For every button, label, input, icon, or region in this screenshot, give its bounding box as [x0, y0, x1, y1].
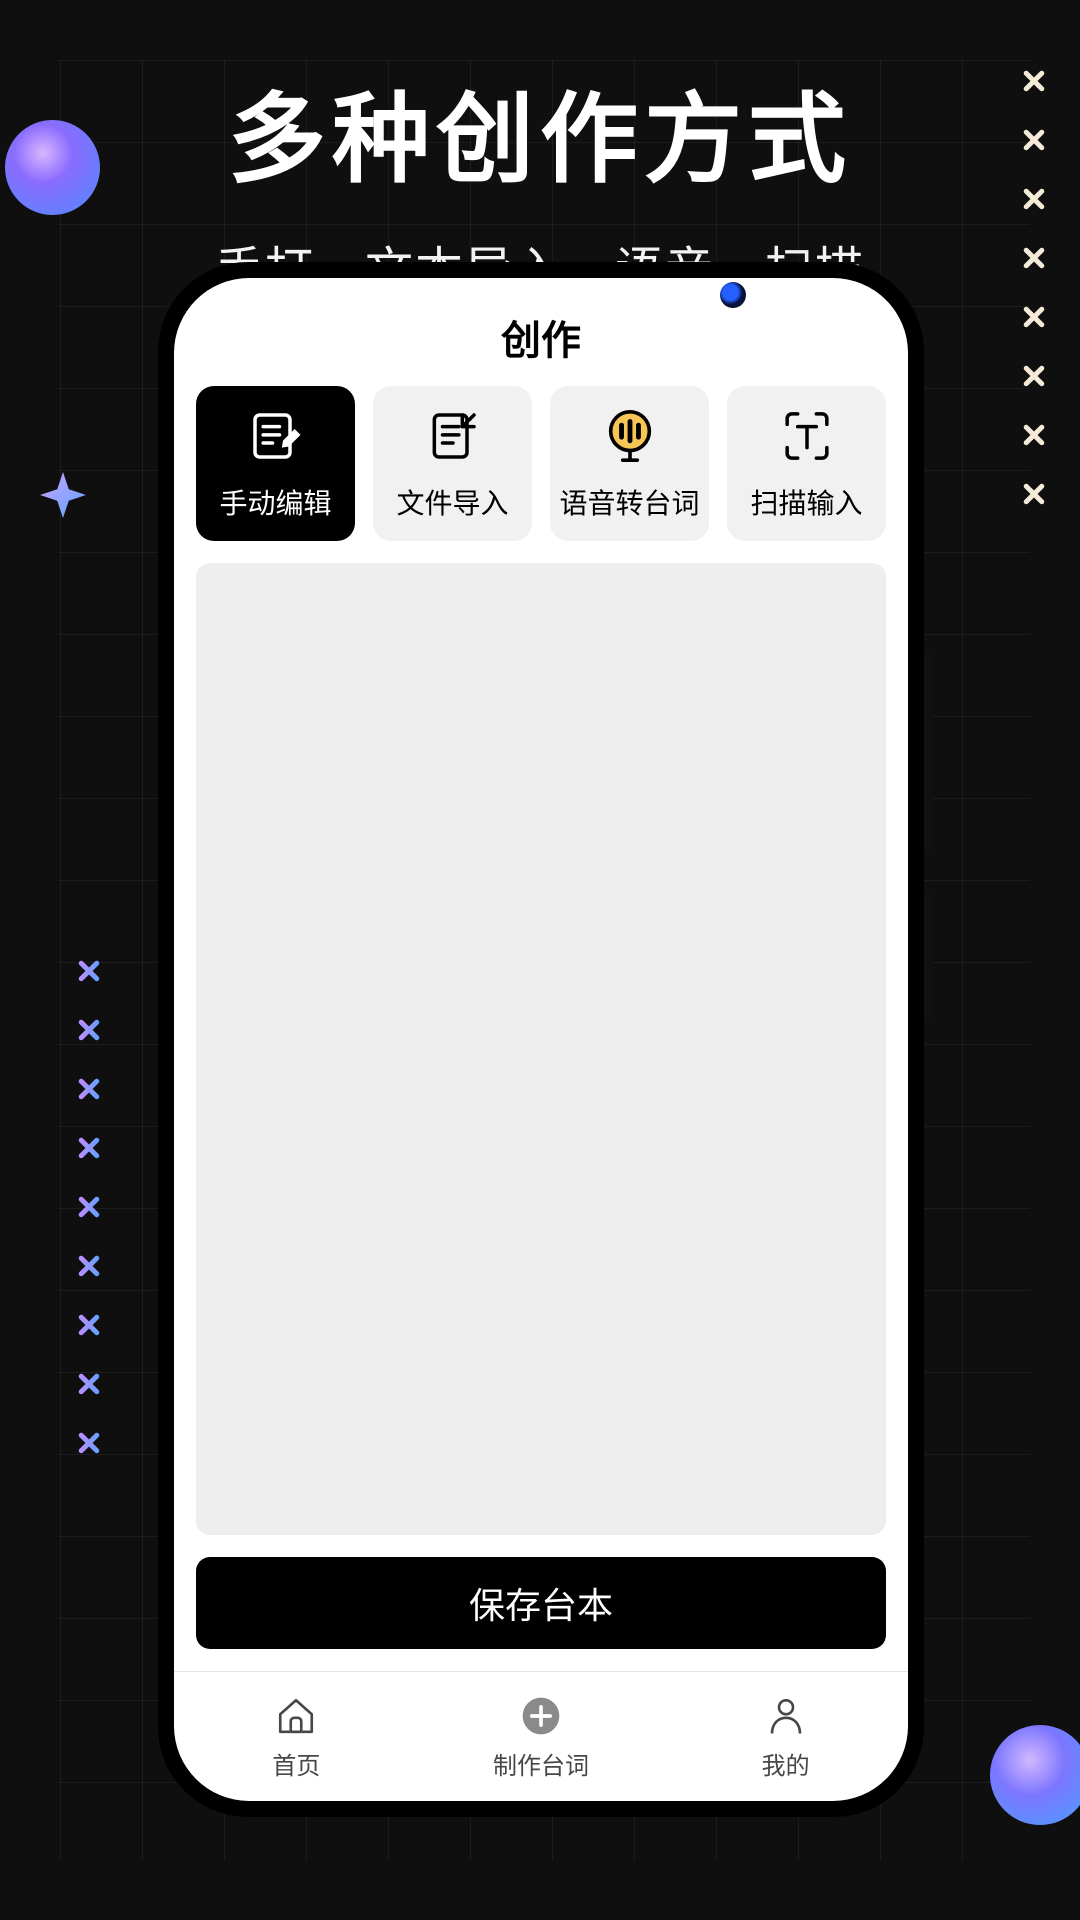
file-import-icon [423, 406, 483, 466]
scan-input-icon [777, 406, 837, 466]
manual-edit-icon [246, 406, 306, 466]
app-header: 创作 [174, 278, 908, 386]
save-script-button[interactable]: 保存台本 [196, 1557, 886, 1649]
nav-label: 首页 [272, 1746, 320, 1781]
tile-voice-to-text[interactable]: 语音转台词 [550, 386, 709, 541]
bottom-nav: 首页 制作台词 我的 [174, 1671, 908, 1801]
app-screen: 创作 手动编辑 [174, 278, 908, 1801]
nav-label: 制作台词 [493, 1746, 589, 1781]
gradient-blob-icon [990, 1725, 1080, 1825]
creation-mode-row: 手动编辑 文件导入 [174, 386, 908, 541]
nav-create-script[interactable]: 制作台词 [419, 1672, 664, 1801]
tile-label: 文件导入 [396, 482, 508, 522]
tile-scan-input[interactable]: 扫描输入 [727, 386, 886, 541]
promo-title: 多种创作方式 [0, 60, 1080, 202]
home-icon [272, 1692, 320, 1740]
x-decoration-column [78, 960, 100, 1454]
sparkle-icon [40, 472, 86, 518]
add-icon [517, 1692, 565, 1740]
tile-label: 语音转台词 [559, 482, 699, 522]
nav-profile[interactable]: 我的 [663, 1672, 908, 1801]
phone-mockup: 创作 手动编辑 [158, 262, 924, 1817]
tile-manual-edit[interactable]: 手动编辑 [196, 386, 355, 541]
voice-to-text-icon [600, 406, 660, 466]
x-decoration-column [1023, 70, 1045, 505]
nav-label: 我的 [762, 1746, 810, 1781]
script-editor-area[interactable] [196, 563, 886, 1535]
app-title: 创作 [501, 319, 581, 363]
tile-label: 扫描输入 [750, 482, 862, 522]
tile-file-import[interactable]: 文件导入 [373, 386, 532, 541]
phone-side-button [924, 652, 933, 852]
gradient-blob-icon [5, 120, 100, 215]
tile-label: 手动编辑 [219, 482, 331, 522]
phone-side-button [924, 892, 933, 1022]
nav-home[interactable]: 首页 [174, 1672, 419, 1801]
profile-icon [762, 1692, 810, 1740]
